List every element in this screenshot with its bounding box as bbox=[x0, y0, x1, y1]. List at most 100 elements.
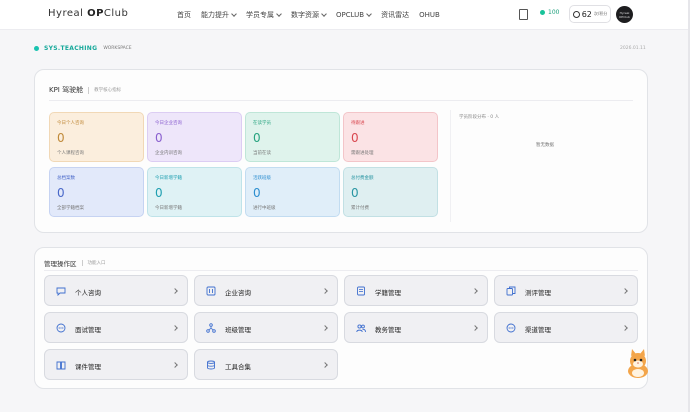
title-separator bbox=[88, 86, 90, 94]
document-icon bbox=[357, 286, 365, 296]
kpi-card-active-students[interactable]: 在读学员 0 当前在读 bbox=[245, 112, 340, 162]
nav-label: 能力提升 bbox=[201, 11, 229, 19]
kpi-value: 0 bbox=[155, 131, 163, 145]
kpi-value: 0 bbox=[57, 131, 65, 145]
tile-channel-mgmt[interactable]: 渠道管理 bbox=[494, 312, 638, 343]
nav-label: 学员专属 bbox=[246, 11, 274, 19]
chevron-right-icon bbox=[322, 288, 328, 294]
kpi-label: 待跟进 bbox=[351, 121, 365, 126]
kpi-value: 0 bbox=[253, 131, 261, 145]
chevron-right-icon bbox=[472, 325, 478, 331]
chevron-down-icon bbox=[276, 11, 282, 17]
management-subtitle: 功能入口 bbox=[87, 261, 106, 266]
distribution-title-text: 学员阶段分布 bbox=[459, 115, 486, 120]
kpi-description: 当前在读 bbox=[253, 151, 271, 156]
chat-icon bbox=[56, 287, 66, 296]
kpi-subtitle: 教学核心指标 bbox=[94, 88, 122, 93]
kpi-description: 今日新增学籍 bbox=[155, 206, 182, 211]
kpi-label: 活跃班级 bbox=[253, 176, 271, 181]
tile-interview-mgmt[interactable]: 面试管理 bbox=[44, 312, 188, 343]
status-dot-icon bbox=[540, 10, 545, 15]
main-nav: 首页 能力提升 学员专属 数字资源 OPCLUB 资讯雷达 OHUB bbox=[177, 10, 450, 20]
kpi-description: 个人课程咨询 bbox=[57, 151, 84, 156]
document-edit-icon[interactable] bbox=[519, 9, 528, 20]
nav-label: 首页 bbox=[177, 11, 191, 19]
chevron-right-icon bbox=[322, 362, 328, 368]
dots-chat-icon bbox=[56, 323, 66, 333]
tile-courseware-mgmt[interactable]: 课件管理 bbox=[44, 349, 188, 380]
tile-assessment-mgmt[interactable]: 测评管理 bbox=[494, 275, 638, 306]
kpi-value: 0 bbox=[351, 131, 359, 145]
kpi-card-active-classes[interactable]: 活跃班级 0 进行中班级 bbox=[245, 167, 340, 217]
status-value: 100 bbox=[548, 9, 560, 16]
nav-item-news[interactable]: 资讯雷达 bbox=[381, 10, 409, 20]
empty-state-text: 暂无数据 bbox=[536, 143, 554, 148]
tile-tools[interactable]: 工具合集 bbox=[194, 349, 338, 380]
divider bbox=[44, 270, 638, 271]
mascot-cat-icon[interactable] bbox=[624, 349, 652, 379]
logo-text-suffix: Club bbox=[103, 8, 129, 19]
kpi-label: 今日个人咨询 bbox=[57, 121, 84, 126]
tile-enrollment-mgmt[interactable]: 学籍管理 bbox=[344, 275, 488, 306]
nav-item-students[interactable]: 学员专属 bbox=[246, 10, 282, 20]
kpi-card-new-enrollments[interactable]: 今日新增学籍 0 今日新增学籍 bbox=[147, 167, 242, 217]
coin-icon bbox=[572, 10, 580, 18]
nav-item-home[interactable]: 首页 bbox=[177, 10, 191, 20]
tile-academic-mgmt[interactable]: 教务管理 bbox=[344, 312, 488, 343]
section-dot-icon bbox=[34, 46, 39, 51]
kpi-value: 0 bbox=[155, 186, 163, 200]
tile-enterprise-consult[interactable]: 企业咨询 bbox=[194, 275, 338, 306]
tile-label: 个人咨询 bbox=[75, 289, 101, 297]
kpi-title: KPI 驾驶舱 教学核心指标 bbox=[49, 85, 121, 95]
chevron-right-icon bbox=[322, 325, 328, 331]
chevron-right-icon bbox=[172, 362, 178, 368]
nav-item-resources[interactable]: 数字资源 bbox=[291, 10, 327, 20]
nav-item-ohub[interactable]: OHUB bbox=[419, 10, 440, 20]
tile-label: 企业咨询 bbox=[225, 289, 251, 297]
kpi-card-total-payment[interactable]: 总付费金额 0 累计付费 bbox=[343, 167, 438, 217]
nav-item-skills[interactable]: 能力提升 bbox=[201, 10, 237, 20]
chevron-right-icon bbox=[172, 288, 178, 294]
points-value: 62 bbox=[581, 9, 592, 19]
header-date: 2026.01.11 bbox=[620, 46, 646, 51]
nav-label: 资讯雷达 bbox=[381, 11, 410, 19]
kpi-card-total-files[interactable]: 总档案数 0 全部学籍档案 bbox=[49, 167, 144, 217]
divider bbox=[49, 100, 633, 101]
management-title-text: 管理操作区 bbox=[44, 260, 77, 268]
kpi-card-enterprise-consult[interactable]: 今日企业咨询 0 企业内训咨询 bbox=[147, 112, 242, 162]
tile-label: 课件管理 bbox=[75, 363, 101, 371]
nav-label: OHUB bbox=[419, 11, 440, 19]
chevron-down-icon bbox=[366, 11, 372, 17]
nav-label: 数字资源 bbox=[291, 11, 319, 19]
book-icon bbox=[56, 361, 66, 370]
kpi-label: 今日企业咨询 bbox=[155, 121, 182, 126]
tile-label: 测评管理 bbox=[525, 289, 551, 297]
kpi-card-personal-consult[interactable]: 今日个人咨询 0 个人课程咨询 bbox=[49, 112, 144, 162]
section-title: SYS.TEACHING bbox=[44, 45, 98, 52]
kpi-description: 需跟进处理 bbox=[351, 151, 374, 156]
logo-text-prefix: Hyreal bbox=[48, 8, 88, 19]
section-header: SYS.TEACHING WORKSPACE bbox=[34, 45, 132, 52]
kpi-card-follow-up[interactable]: 待跟进 0 需跟进处理 bbox=[343, 112, 438, 162]
app-logo[interactable]: Hyreal OPClub bbox=[48, 8, 128, 19]
points-button[interactable]: 62 次/积分 bbox=[569, 5, 611, 23]
kpi-label: 总档案数 bbox=[57, 176, 75, 181]
chevron-right-icon bbox=[622, 288, 628, 294]
kpi-description: 企业内训咨询 bbox=[155, 151, 182, 156]
tile-personal-consult[interactable]: 个人咨询 bbox=[44, 275, 188, 306]
status-indicator: 100 bbox=[540, 9, 559, 16]
management-panel: 管理操作区 功能入口 个人咨询 企业咨询 学籍管理 测评管理面试管理 班级管理 教务管理 渠… bbox=[34, 247, 648, 389]
network-icon bbox=[206, 323, 216, 333]
tile-class-mgmt[interactable]: 班级管理 bbox=[194, 312, 338, 343]
database-icon bbox=[207, 360, 215, 370]
chevron-down-icon bbox=[231, 11, 237, 17]
user-avatar[interactable]: Hyreal OPClub bbox=[616, 6, 633, 23]
nav-label: OPCLUB bbox=[336, 11, 365, 19]
kpi-description: 进行中班级 bbox=[253, 206, 276, 211]
kpi-label: 今日新增学籍 bbox=[155, 176, 182, 181]
building-icon bbox=[206, 286, 216, 296]
logo-text-op: OP bbox=[87, 8, 104, 19]
nav-item-opclub[interactable]: OPCLUB bbox=[336, 10, 372, 20]
kpi-panel: KPI 驾驶舱 教学核心指标 今日个人咨询 0 个人课程咨询 今日企业咨询 0 企业内训咨… bbox=[34, 69, 648, 233]
dots-chat-icon bbox=[506, 323, 516, 333]
